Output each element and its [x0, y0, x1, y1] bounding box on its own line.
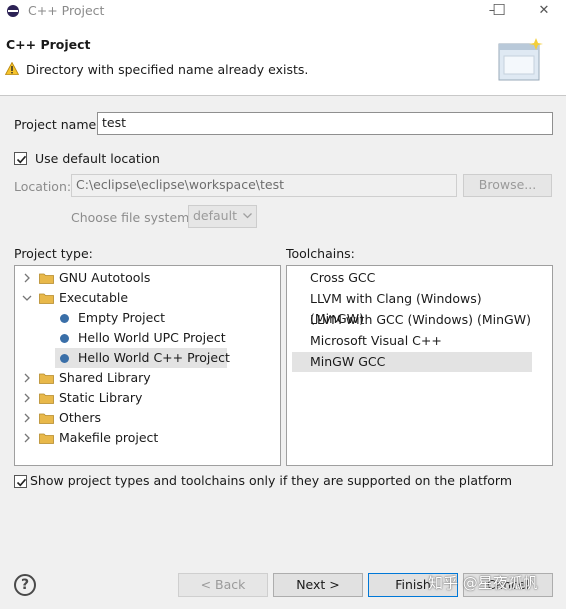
wizard-image-icon	[498, 38, 543, 81]
chevron-down-icon[interactable]	[22, 293, 32, 303]
folder-icon	[39, 373, 54, 384]
tree-item-label: Hello World UPC Project	[78, 330, 226, 345]
chevron-down-icon	[243, 213, 252, 219]
folder-icon	[39, 393, 54, 404]
toolchains-label: Toolchains:	[286, 246, 355, 261]
project-template-icon	[60, 334, 69, 343]
project-name-label: Project name:	[14, 117, 101, 132]
toolchain-item[interactable]: LLVM with Clang (Windows) (MinGW)	[292, 289, 532, 326]
folder-icon	[39, 273, 54, 284]
tree-item-label: Shared Library	[59, 370, 151, 385]
next-button[interactable]: Next >	[273, 573, 363, 597]
back-button[interactable]: < Back	[178, 573, 268, 597]
tree-item[interactable]: Shared Library	[15, 368, 280, 388]
tree-item[interactable]: Hello World UPC Project	[15, 328, 280, 348]
file-system-select[interactable]: default	[188, 205, 257, 228]
tree-item[interactable]: Hello World C++ Project	[15, 348, 280, 368]
use-default-location-checkbox[interactable]	[14, 152, 27, 165]
tree-item[interactable]: Executable	[15, 288, 280, 308]
chevron-right-icon[interactable]	[22, 373, 32, 383]
tree-item[interactable]: GNU Autotools	[15, 268, 280, 288]
use-default-location-label: Use default location	[35, 151, 160, 166]
folder-icon	[39, 413, 54, 424]
location-label: Location:	[14, 179, 72, 194]
tree-item-label: Executable	[59, 290, 129, 305]
toolchain-item[interactable]: MinGW GCC	[292, 352, 532, 372]
chevron-right-icon[interactable]	[22, 393, 32, 403]
file-system-value: default	[193, 208, 237, 223]
folder-icon	[39, 293, 54, 304]
toolchain-item[interactable]: Microsoft Visual C++	[292, 331, 532, 351]
toolchains-list[interactable]: Cross GCC LLVM with Clang (Windows) (MinG…	[286, 265, 553, 466]
chevron-right-icon[interactable]	[22, 413, 32, 423]
tree-item[interactable]: Static Library	[15, 388, 280, 408]
chevron-right-icon[interactable]	[22, 433, 32, 443]
project-type-label: Project type:	[14, 246, 93, 261]
tree-item[interactable]: Empty Project	[15, 308, 280, 328]
project-template-icon	[60, 314, 69, 323]
maximize-button[interactable]: ☐	[485, 0, 513, 20]
warning-icon	[5, 62, 19, 75]
toolchain-item[interactable]: Cross GCC	[292, 268, 532, 288]
project-template-icon	[60, 354, 69, 363]
folder-icon	[39, 433, 54, 444]
eclipse-icon	[7, 5, 19, 17]
toolchain-item[interactable]: LLVM with GCC (Windows) (MinGW)	[292, 310, 532, 330]
location-input[interactable]: C:\eclipse\eclipse\workspace\test	[71, 174, 457, 197]
watermark-text: 知乎 @星夜孤帆	[428, 574, 538, 592]
project-name-input[interactable]: test	[97, 112, 553, 135]
tree-item-label: Makefile project	[59, 430, 159, 445]
wizard-banner	[0, 22, 566, 96]
project-type-tree[interactable]: GNU Autotools Executable Empty Project Hell…	[14, 265, 281, 466]
tree-item-label: Others	[59, 410, 102, 425]
tree-item[interactable]: Others	[15, 408, 280, 428]
file-system-label: Choose file system:	[71, 210, 194, 225]
close-button[interactable]: ✕	[530, 1, 558, 21]
banner-title: C++ Project	[6, 37, 91, 52]
browse-button[interactable]: Browse...	[463, 174, 552, 197]
show-supported-only-checkbox[interactable]	[14, 475, 27, 488]
tree-item-label: GNU Autotools	[59, 270, 151, 285]
tree-item-label: Static Library	[59, 390, 143, 405]
tree-item-label: Empty Project	[78, 310, 166, 325]
show-supported-only-label: Show project types and toolchains only i…	[30, 473, 513, 488]
tree-item-label: Hello World C++ Project	[78, 350, 230, 365]
banner-message: Directory with specified name already ex…	[26, 62, 309, 77]
tree-item[interactable]: Makefile project	[15, 428, 280, 448]
help-icon[interactable]: ?	[14, 574, 36, 596]
chevron-right-icon[interactable]	[22, 273, 32, 283]
window-title: C++ Project	[28, 3, 105, 18]
